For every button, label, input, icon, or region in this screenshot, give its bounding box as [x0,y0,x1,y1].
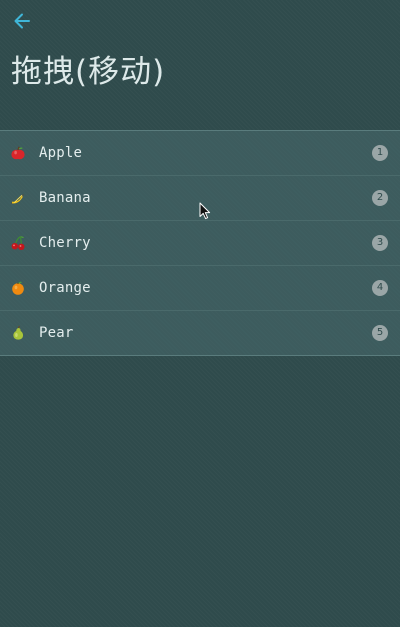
list-item-label: Orange [39,280,91,296]
list-item-apple[interactable]: Apple 1 [0,131,400,176]
list-item-label: Pear [39,325,74,341]
pear-icon [10,325,26,341]
arrow-left-icon [14,13,30,29]
back-button[interactable] [10,9,34,33]
orange-icon [10,280,26,296]
list-item-label: Cherry [39,235,91,251]
fruit-list: Apple 1 Banana 2 Cherry 3 Orange 4 Pear … [0,130,400,356]
list-item-orange[interactable]: Orange 4 [0,266,400,311]
page-title: 拖拽(移动) [11,54,166,90]
cherry-icon [10,235,26,251]
list-item-label: Banana [39,190,91,206]
count-badge: 5 [372,325,388,341]
banana-icon [10,190,26,206]
count-badge: 4 [372,280,388,296]
list-item-banana[interactable]: Banana 2 [0,176,400,221]
list-item-cherry[interactable]: Cherry 3 [0,221,400,266]
list-item-label: Apple [39,145,83,161]
list-item-pear[interactable]: Pear 5 [0,311,400,355]
apple-icon [10,145,26,161]
count-badge: 1 [372,145,388,161]
count-badge: 2 [372,190,388,206]
count-badge: 3 [372,235,388,251]
